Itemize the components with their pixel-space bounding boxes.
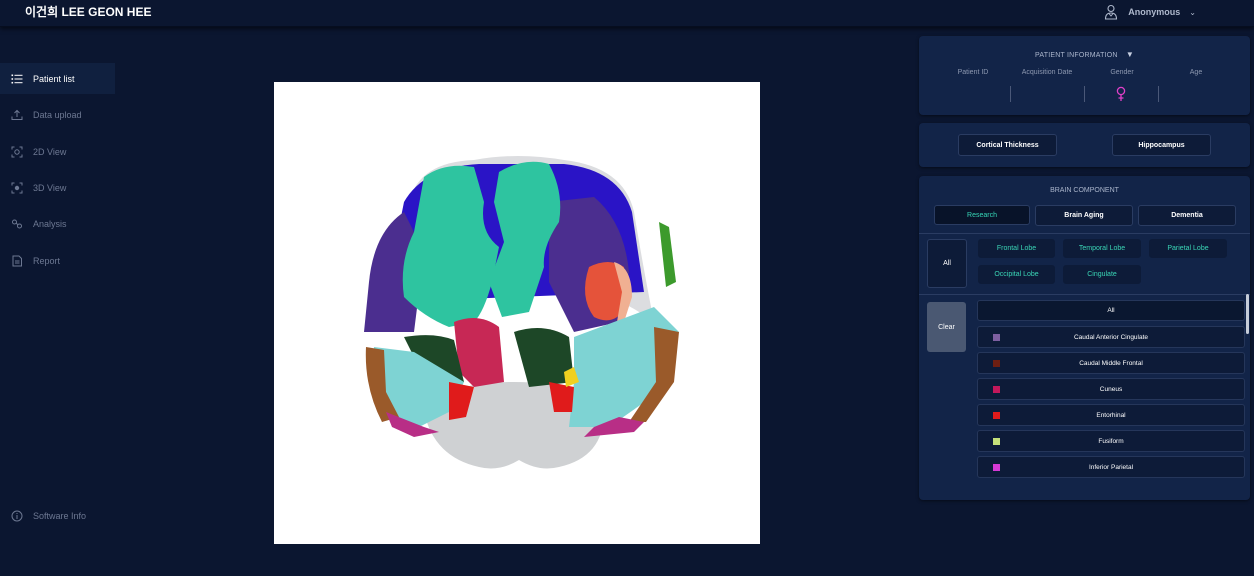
tab-brain-aging[interactable]: Brain Aging (1035, 205, 1133, 226)
sidebar-item-software-info[interactable]: Software Info (0, 500, 115, 531)
sidebar-item-label: 2D View (33, 146, 67, 157)
brain-3d-viewer[interactable] (274, 82, 760, 544)
color-swatch (993, 360, 1000, 367)
color-swatch (993, 438, 1000, 445)
caret-down-icon[interactable]: ▼ (1126, 50, 1134, 59)
column-divider (1158, 86, 1159, 102)
user-name: Anonymous (1128, 7, 1181, 17)
component-label: Entorhinal (1096, 411, 1126, 419)
component-label: Cuneus (1099, 385, 1123, 393)
sidebar-item-2d-view[interactable]: 2D View (0, 136, 115, 167)
tab-dementia[interactable]: Dementia (1138, 205, 1236, 226)
female-icon (1116, 86, 1126, 101)
component-label: Inferior Parietal (1088, 463, 1134, 471)
lobe-all-button[interactable]: All (927, 239, 967, 288)
age-label: Age (1189, 69, 1203, 76)
sidebar-item-label: Data upload (33, 109, 82, 120)
scan-2d-icon (11, 146, 23, 157)
patient-info-title: PATIENT INFORMATION (1035, 52, 1118, 59)
parietal-lobe-button[interactable]: Parietal Lobe (1149, 239, 1227, 258)
clear-button[interactable]: Clear (927, 302, 966, 352)
brain-component-title: BRAIN COMPONENT (1050, 187, 1119, 194)
list-icon (11, 74, 23, 83)
sidebar-item-label: Software Info (33, 510, 87, 521)
patient-info-panel: PATIENT INFORMATION ▼ Patient ID Acquisi… (919, 36, 1250, 115)
component-item[interactable]: Inferior Parietal (977, 456, 1245, 478)
temporal-lobe-button[interactable]: Temporal Lobe (1063, 239, 1141, 258)
component-item[interactable]: Cuneus (977, 378, 1245, 400)
chevron-down-icon[interactable]: ⌄ (1189, 8, 1196, 17)
cortical-thickness-button[interactable]: Cortical Thickness (958, 134, 1057, 156)
sidebar-item-label: Analysis (33, 218, 67, 229)
color-swatch (993, 386, 1000, 393)
sidebar: Patient list Data upload 2D View 3D View… (0, 27, 115, 576)
component-label: Caudal Middle Frontal (1079, 359, 1143, 367)
column-divider (1010, 86, 1011, 102)
component-label: Fusiform (1098, 437, 1124, 445)
brain-component-panel: BRAIN COMPONENT Research Brain Aging Dem… (919, 176, 1250, 500)
gender-label: Gender (1110, 69, 1134, 76)
sidebar-item-report[interactable]: Report (0, 245, 115, 276)
acquisition-date-label: Acquisition Date (1021, 69, 1073, 76)
hippocampus-button[interactable]: Hippocampus (1112, 134, 1211, 156)
patient-name-title: 이건희 LEE GEON HEE (25, 5, 152, 19)
sidebar-item-label: Patient list (33, 73, 75, 84)
component-item[interactable]: Fusiform (977, 430, 1245, 452)
analysis-type-panel: Cortical Thickness Hippocampus (919, 123, 1250, 167)
sidebar-item-data-upload[interactable]: Data upload (0, 99, 115, 130)
info-icon (11, 510, 23, 521)
sidebar-item-3d-view[interactable]: 3D View (0, 172, 115, 203)
frontal-lobe-button[interactable]: Frontal Lobe (978, 239, 1055, 258)
component-item[interactable]: Caudal Middle Frontal (977, 352, 1245, 374)
component-item[interactable]: Entorhinal (977, 404, 1245, 426)
component-all-button[interactable]: All (977, 300, 1245, 321)
top-bar: 이건희 LEE GEON HEE Anonymous ⌄ (0, 0, 1254, 27)
cingulate-button[interactable]: Cingulate (1063, 265, 1141, 284)
scan-3d-icon (11, 182, 23, 193)
color-swatch (993, 464, 1000, 471)
patient-id-label: Patient ID (957, 69, 989, 76)
column-divider (1084, 86, 1085, 102)
color-swatch (993, 412, 1000, 419)
analysis-icon (12, 219, 22, 228)
sidebar-item-patient-list[interactable]: Patient list (0, 63, 115, 94)
section-divider (919, 294, 1250, 295)
sidebar-item-analysis[interactable]: Analysis (0, 208, 115, 239)
brain-render-image (364, 156, 679, 469)
sidebar-item-label: 3D View (33, 182, 67, 193)
tab-research[interactable]: Research (934, 205, 1030, 225)
color-swatch (993, 334, 1000, 341)
sidebar-item-label: Report (33, 255, 61, 266)
patient-info-header[interactable]: PATIENT INFORMATION ▼ (919, 50, 1250, 59)
component-item[interactable]: Caudal Anterior Cingulate (977, 326, 1245, 348)
occipital-lobe-button[interactable]: Occipital Lobe (978, 265, 1055, 284)
component-label: All (1107, 307, 1115, 314)
component-list-scrollbar[interactable] (1246, 294, 1249, 334)
upload-icon (11, 109, 23, 120)
report-icon (12, 255, 22, 266)
section-divider (919, 233, 1250, 234)
component-label: Caudal Anterior Cingulate (1073, 333, 1149, 341)
user-menu[interactable]: Anonymous ⌄ (1103, 3, 1196, 21)
doctor-avatar-icon (1105, 4, 1118, 20)
